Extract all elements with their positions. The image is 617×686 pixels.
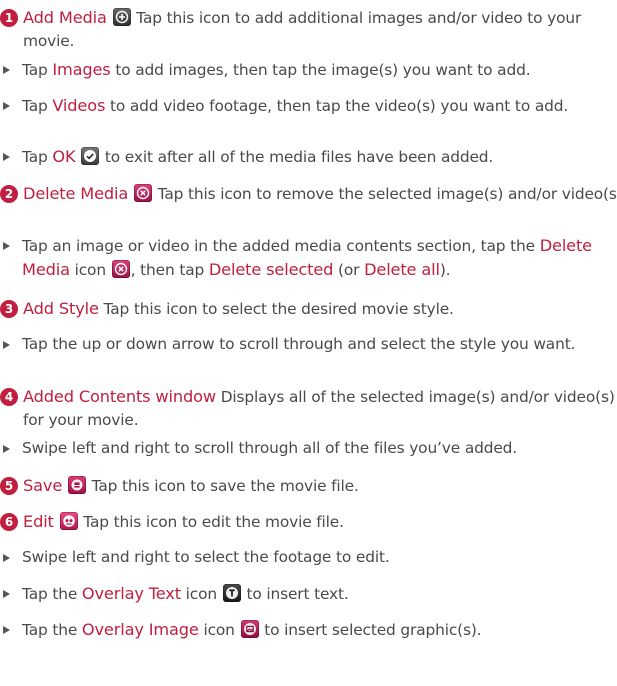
bullet-style: Tap the up or down arrow to scroll throu… <box>0 333 617 356</box>
bullet-marker <box>3 445 10 453</box>
overlay-image-icon <box>240 620 259 638</box>
number-badge: 4 <box>0 388 18 406</box>
section-add-style: 3 Add Style Tap this icon to select the … <box>0 297 617 321</box>
term-delete-media: Delete Media <box>23 184 129 203</box>
section-add-media: 1 Add Media Tap this icon to add additio… <box>0 6 617 53</box>
term-ok: OK <box>52 147 76 166</box>
number-badge: 2 <box>0 185 18 203</box>
term-save: Save <box>23 476 63 495</box>
delete-media-description: Tap this icon to remove the selected ima… <box>157 185 617 203</box>
bullet-marker <box>3 242 10 250</box>
bullet-marker <box>3 102 10 110</box>
bullet-overlay-text: Tap the Overlay Text icon to insert text… <box>0 582 617 606</box>
bullet-swipe-files: Swipe left and right to scroll through a… <box>0 437 617 460</box>
bullet-marker <box>3 590 10 598</box>
add-media-description: Tap this icon to add additional images a… <box>23 9 582 50</box>
bullet-marker <box>3 341 10 349</box>
section-edit: 6 Edit Tap this icon to edit the movie f… <box>0 510 617 534</box>
bullet-marker <box>3 66 10 74</box>
section-added-contents: 4 Added Contents window Displays all of … <box>0 385 617 432</box>
ok-icon <box>81 147 100 165</box>
delete-media-icon <box>133 184 152 202</box>
manual-page: 1 Add Media Tap this icon to add additio… <box>0 0 617 686</box>
add-media-icon <box>112 8 131 26</box>
section-save: 5 Save Tap this icon to save the movie f… <box>0 474 617 498</box>
term-videos: Videos <box>52 96 106 115</box>
bullet-videos: Tap Videos to add video footage, then ta… <box>0 94 617 118</box>
term-overlay-image: Overlay Image <box>81 620 199 639</box>
add-style-description: Tap this icon to select the desired movi… <box>103 300 454 318</box>
save-description: Tap this icon to save the movie file. <box>91 477 359 495</box>
term-add-style: Add Style <box>23 299 99 318</box>
edit-icon <box>59 512 78 530</box>
section-delete-media: 2 Delete Media Tap this icon to remove t… <box>0 182 617 206</box>
bullet-ok: Tap OK to exit after all of the media fi… <box>0 145 617 169</box>
save-icon <box>67 476 86 494</box>
bullet-marker <box>3 153 10 161</box>
bullet-images: Tap Images to add images, then tap the i… <box>0 58 617 82</box>
number-badge: 5 <box>0 477 18 495</box>
delete-media-icon <box>111 260 130 278</box>
term-delete-all: Delete all <box>364 260 440 279</box>
term-delete-selected: Delete selected <box>208 260 334 279</box>
bullet-marker <box>3 626 10 634</box>
number-badge: 3 <box>0 300 18 318</box>
bullet-delete: Tap an image or video in the added media… <box>0 234 617 282</box>
term-add-media: Add Media <box>23 8 107 27</box>
bullet-swipe-footage: Swipe left and right to select the foota… <box>0 546 617 569</box>
term-overlay-text: Overlay Text <box>81 584 181 603</box>
overlay-text-icon <box>222 584 241 602</box>
term-edit: Edit <box>23 512 54 531</box>
number-badge: 6 <box>0 513 18 531</box>
bullet-marker <box>3 554 10 562</box>
bullet-overlay-image: Tap the Overlay Image icon to insert sel… <box>0 618 617 642</box>
edit-description: Tap this icon to edit the movie file. <box>83 513 344 531</box>
number-badge: 1 <box>0 9 18 27</box>
term-added-contents-window: Added Contents window <box>23 387 216 406</box>
term-images: Images <box>52 60 111 79</box>
